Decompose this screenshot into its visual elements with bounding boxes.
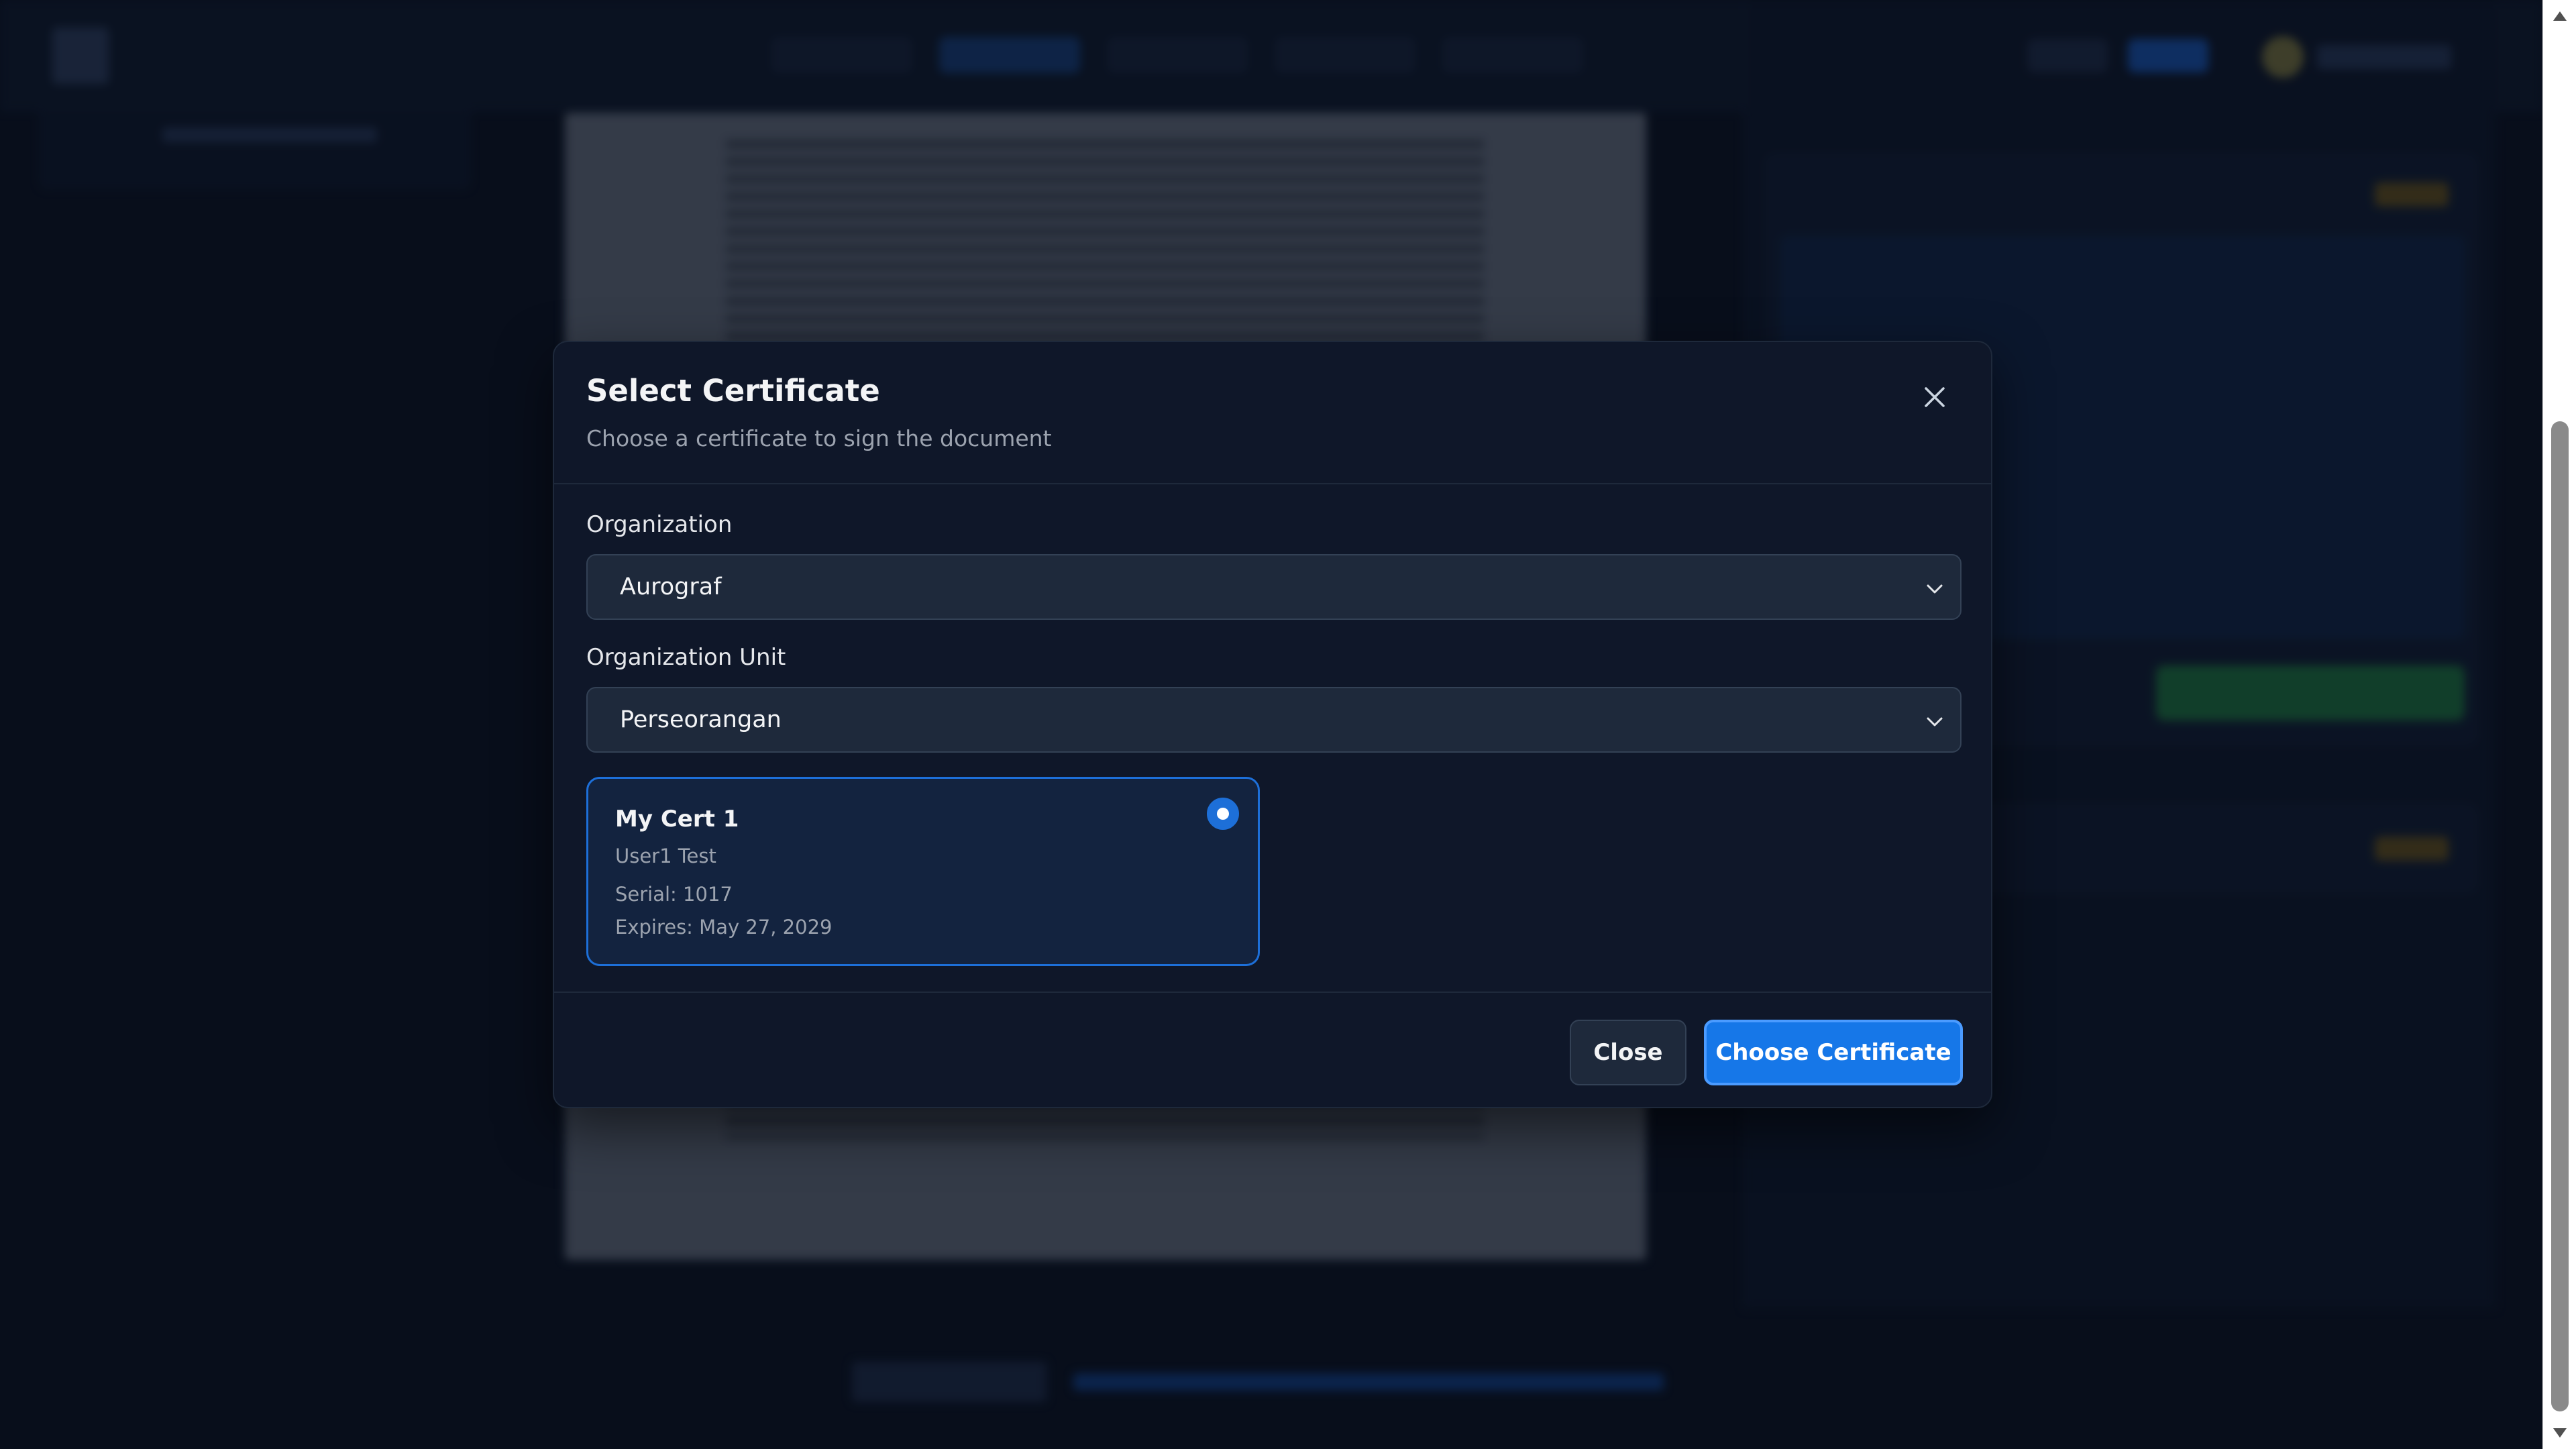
chevron-down-icon — [1927, 584, 1943, 594]
triangle-down-icon — [2553, 1428, 2567, 1438]
choose-certificate-button[interactable]: Choose Certificate — [1704, 1020, 1963, 1085]
organization-unit-selected-value: Perseorangan — [620, 706, 782, 733]
dialog-close-button[interactable] — [1919, 381, 1951, 413]
select-certificate-dialog: Select Certificate Choose a certificate … — [553, 341, 1992, 1108]
certificate-expiry: Expires: May 27, 2029 — [615, 916, 833, 938]
close-button[interactable]: Close — [1570, 1020, 1686, 1085]
close-icon — [1925, 387, 1945, 407]
triangle-up-icon — [2553, 11, 2567, 21]
certificate-name: My Cert 1 — [615, 806, 739, 833]
radio-selected-icon[interactable] — [1207, 798, 1239, 830]
scroll-down-button[interactable] — [2543, 1418, 2576, 1448]
page: Select Certificate Choose a certificate … — [0, 0, 2576, 1449]
organization-selected-value: Aurograf — [620, 574, 722, 600]
organization-select[interactable]: Aurograf — [586, 554, 1962, 620]
organization-unit-select[interactable]: Perseorangan — [586, 687, 1962, 753]
certificate-option-card[interactable]: My Cert 1 User1 Test Serial: 1017 Expire… — [586, 777, 1260, 966]
page-scrollbar[interactable] — [2542, 0, 2576, 1449]
scroll-thumb[interactable] — [2551, 421, 2569, 1411]
radio-dot — [1217, 808, 1229, 820]
scroll-up-button[interactable] — [2543, 1, 2576, 31]
organization-label: Organization — [586, 511, 733, 538]
organization-unit-label: Organization Unit — [586, 644, 786, 671]
chevron-down-icon — [1927, 717, 1943, 727]
dialog-subtitle: Choose a certificate to sign the documen… — [586, 425, 1052, 451]
certificate-owner: User1 Test — [615, 845, 716, 867]
dialog-title: Select Certificate — [586, 373, 880, 409]
certificate-serial: Serial: 1017 — [615, 883, 733, 906]
dialog-header: Select Certificate Choose a certificate … — [554, 342, 1991, 484]
dialog-footer: Close Choose Certificate — [554, 991, 1991, 1108]
